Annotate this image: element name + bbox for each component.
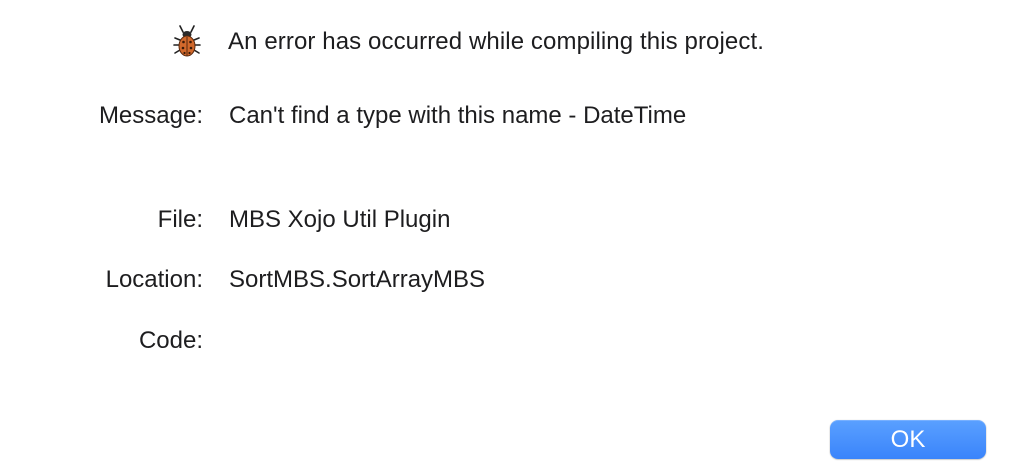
dialog-header: An error has occurred while compiling th…	[172, 20, 764, 64]
file-row: File: MBS Xojo Util Plugin	[0, 203, 1010, 237]
file-value: MBS Xojo Util Plugin	[229, 206, 451, 233]
file-label: File:	[157, 206, 203, 233]
message-label: Message:	[98, 102, 203, 129]
bug-icon	[173, 25, 201, 57]
location-label: Location:	[105, 266, 203, 293]
location-row: Location: SortMBS.SortArrayMBS	[0, 263, 1010, 297]
message-row: Message: Can't find a type with this nam…	[0, 99, 1010, 133]
code-row: Code:	[0, 324, 1010, 358]
message-value: Can't find a type with this name - DateT…	[229, 102, 687, 129]
error-heading: An error has occurred while compiling th…	[228, 28, 764, 55]
location-value: SortMBS.SortArrayMBS	[229, 266, 486, 293]
code-label: Code:	[138, 327, 203, 354]
ok-button[interactable]: OK	[830, 420, 986, 459]
error-dialog: An error has occurred while compiling th…	[0, 0, 1010, 470]
